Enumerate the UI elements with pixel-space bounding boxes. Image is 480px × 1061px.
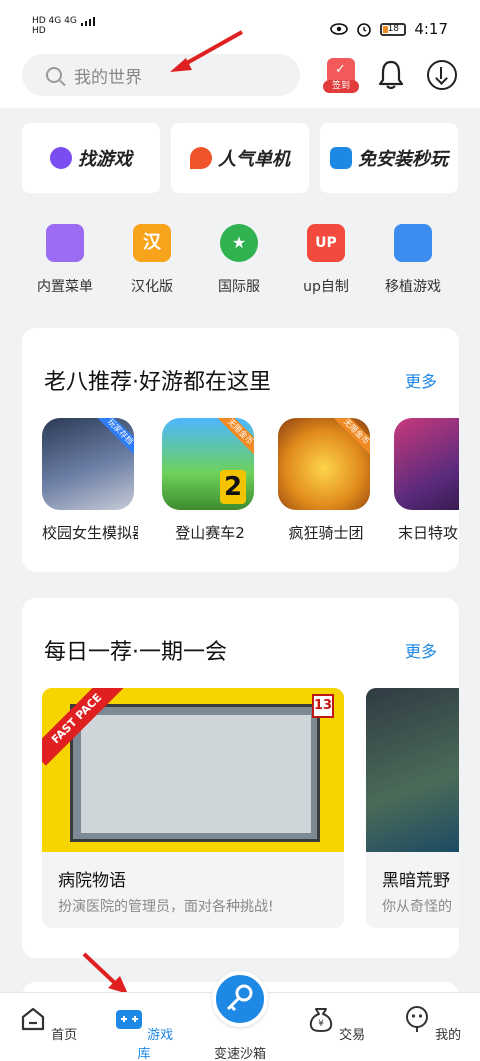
tab-trade[interactable]: ¥ 交易 (301, 1005, 371, 1043)
quick-link-international[interactable]: ★ 国际服 (199, 224, 279, 296)
category-label: 免安装秒玩 (358, 149, 448, 170)
up-badge-icon: UP (307, 224, 345, 262)
game-name: 校园女生模拟器 (42, 524, 138, 542)
bottom-nav: 首页 游戏库 变速沙箱 ¥ 交易 我的 (0, 971, 480, 1061)
tab-speed-sandbox[interactable]: 变速沙箱 (205, 1043, 275, 1061)
game-card[interactable]: 无限金币 疯狂骑士团 (278, 418, 374, 543)
game-card[interactable]: 无限金币 2 登山赛车2 (162, 418, 258, 543)
quick-link-label: 内置菜单 (37, 279, 93, 295)
game-thumbnail: 玩家存档 (42, 418, 134, 510)
daily-item-desc: 扮演医院的管理员，面对各种挑战! (58, 899, 274, 915)
daily-item-title: 病院物语 (58, 871, 126, 891)
gamepad-small-icon (330, 147, 352, 169)
signin-button[interactable]: 签到 (323, 58, 359, 93)
battery-icon: 18 (380, 22, 407, 36)
globe-star-icon: ★ (220, 224, 258, 262)
signal-text-1: HD 4G 4G (32, 16, 77, 26)
tab-label: 交易 (339, 1028, 366, 1043)
gamepad-icon (115, 1010, 142, 1029)
alarm-icon (357, 23, 372, 37)
game-thumbnail: 无限金币 2 (162, 418, 254, 510)
daily-item-title: 黑暗荒野 (382, 871, 450, 891)
daily-item-image: FAST PACE 13 (42, 688, 344, 852)
hospital-floor (81, 715, 311, 833)
category-popular-offline[interactable]: 人气单机 (171, 123, 309, 193)
signin-label: 签到 (323, 80, 359, 93)
annotation-arrow-search-icon (170, 30, 243, 72)
monitor-icon (394, 224, 432, 262)
quick-link-label: 汉化版 (131, 279, 173, 295)
money-bag-icon: ¥ (309, 1008, 333, 1032)
bell-icon[interactable] (376, 58, 406, 92)
tab-label: 首页 (51, 1028, 78, 1043)
quick-link-up-made[interactable]: UP up自制 (286, 224, 366, 296)
signal-bars-icon (80, 16, 95, 26)
game-name: 疯狂骑士团 (288, 524, 364, 542)
signal-text-2: HD (32, 26, 46, 36)
speed-sandbox-button[interactable] (212, 971, 268, 1027)
tab-label: 我的 (435, 1028, 462, 1043)
badge-ribbon: 无限金币 (330, 418, 370, 458)
game-name: 登山赛车2 (175, 524, 245, 542)
game-thumbnail (394, 418, 459, 510)
tab-home[interactable]: 首页 (13, 1005, 83, 1043)
badge-ribbon: 无限金币 (214, 418, 254, 458)
signal-indicators: HD 4G 4G HD (32, 16, 97, 36)
key-icon (226, 984, 253, 1012)
daily-item-image (366, 688, 459, 852)
game-card[interactable]: 玩家存档 校园女生模拟器 (42, 418, 138, 543)
quick-link-label: 移植游戏 (385, 279, 441, 295)
download-icon[interactable] (427, 60, 457, 90)
tab-label: 变速沙箱 (213, 1047, 266, 1061)
category-label: 人气单机 (218, 149, 290, 170)
phone-menu-icon (46, 224, 84, 262)
clock: 4:17 (414, 20, 448, 38)
quick-link-label: 国际服 (218, 279, 260, 295)
recommend-section: 老八推荐·好游都在这里 更多 玩家存档 校园女生模拟器 无限金币 2 登山赛车2… (22, 328, 459, 572)
game-name: 末日特攻 (398, 524, 459, 542)
episode-badge: 13 (312, 694, 334, 718)
chinese-hanzi-icon: 汉 (133, 224, 171, 262)
hospital-screen (70, 704, 320, 842)
tab-me[interactable]: 我的 (397, 1005, 467, 1043)
search-placeholder: 我的世界 (74, 67, 142, 88)
daily-section: 每日一荐·一期一会 更多 FAST PACE 13 病院物语 扮演医院的管理员，… (22, 598, 459, 958)
profile-icon (405, 1006, 428, 1032)
quick-link-chinese[interactable]: 汉 汉化版 (112, 224, 192, 296)
tab-game-library[interactable]: 游戏库 (109, 1005, 179, 1061)
daily-item[interactable]: 黑暗荒野 你从奇怪的 (366, 688, 459, 928)
game-card[interactable]: 末日特攻 (394, 418, 459, 543)
daily-item-desc: 你从奇怪的 (382, 899, 452, 915)
eye-icon (330, 23, 349, 35)
game-thumbnail: 无限金币 (278, 418, 370, 510)
category-find-games[interactable]: 找游戏 (22, 123, 160, 193)
quick-link-builtin-menu[interactable]: 内置菜单 (25, 224, 105, 296)
home-icon (21, 1007, 45, 1031)
badge-ribbon: 玩家存档 (94, 418, 134, 458)
number-two-icon: 2 (220, 470, 246, 504)
annotation-arrow-nav-icon (82, 952, 128, 994)
more-link[interactable]: 更多 (405, 368, 437, 392)
quick-link-label: up自制 (303, 279, 349, 295)
daily-item[interactable]: FAST PACE 13 病院物语 扮演医院的管理员，面对各种挑战! (42, 688, 344, 928)
category-label: 找游戏 (78, 149, 132, 170)
status-right: 18 4:17 (330, 20, 448, 38)
section-title: 老八推荐·好游都在这里 (44, 370, 271, 395)
quick-link-ported[interactable]: 移植游戏 (373, 224, 453, 296)
pacman-icon (50, 147, 72, 169)
category-instant-play[interactable]: 免安装秒玩 (320, 123, 458, 193)
search-icon (46, 67, 62, 83)
section-title: 每日一荐·一期一会 (44, 640, 227, 665)
more-link[interactable]: 更多 (405, 638, 437, 662)
svg-text:¥: ¥ (318, 1019, 324, 1029)
flame-icon (190, 147, 212, 169)
search-bar[interactable]: 我的世界 (22, 54, 300, 96)
